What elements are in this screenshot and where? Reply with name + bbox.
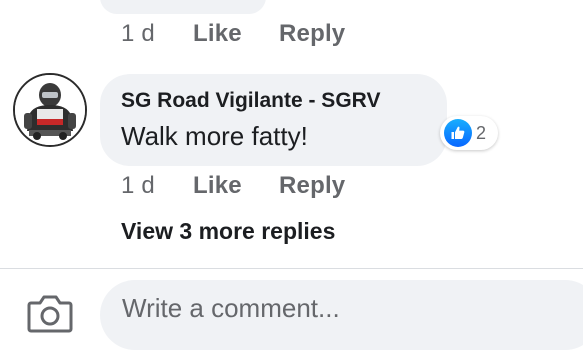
reply-button[interactable]: Reply (279, 20, 345, 48)
reaction-count: 2 (476, 122, 487, 143)
divider (0, 268, 583, 269)
like-button[interactable]: Like (193, 20, 279, 48)
comment-timestamp[interactable]: 1 d (121, 20, 193, 48)
camera-icon[interactable] (27, 293, 73, 333)
like-button[interactable]: Like (193, 172, 279, 200)
comment-author[interactable]: SG Road Vigilante - SGRV (121, 89, 380, 113)
comment-actions: 1 d Like Reply (121, 169, 345, 203)
comment-text: Walk more fatty! (121, 121, 308, 151)
previous-comment-actions: 1 d Like Reply (121, 17, 345, 51)
avatar[interactable] (13, 73, 87, 147)
comment-timestamp[interactable]: 1 d (121, 172, 193, 200)
reaction-summary[interactable]: 2 (440, 116, 498, 150)
reply-button[interactable]: Reply (279, 172, 345, 200)
comment-bubble: SG Road Vigilante - SGRV Walk more fatty… (100, 74, 447, 166)
view-more-replies-link[interactable]: View 3 more replies (121, 218, 335, 245)
comment-input[interactable] (100, 280, 583, 350)
thumbs-up-icon (444, 119, 472, 147)
previous-comment-bubble (100, 0, 266, 14)
